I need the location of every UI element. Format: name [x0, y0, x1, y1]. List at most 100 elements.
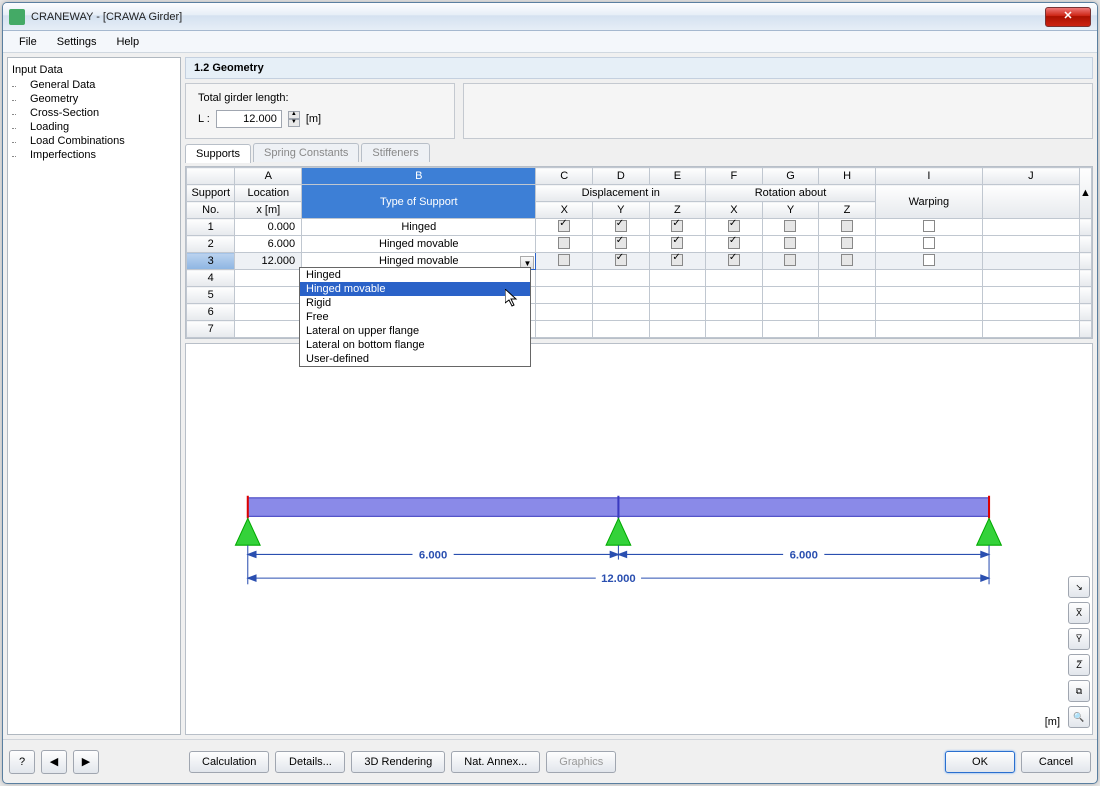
- tab-stiffeners[interactable]: Stiffeners: [361, 143, 429, 162]
- menu-file[interactable]: File: [9, 33, 47, 51]
- cell-rot-y[interactable]: [762, 304, 819, 321]
- cell-disp-x[interactable]: [536, 236, 593, 253]
- col-B[interactable]: B: [302, 168, 536, 185]
- tool-view-iso[interactable]: ⧉: [1068, 680, 1090, 702]
- cell-disp-x[interactable]: [536, 253, 593, 270]
- cell-rot-y[interactable]: [762, 287, 819, 304]
- cell-disp-y[interactable]: [593, 253, 650, 270]
- row-header[interactable]: 3: [187, 253, 235, 270]
- col-D[interactable]: D: [593, 168, 650, 185]
- cell-location[interactable]: [235, 287, 302, 304]
- dd-hinged[interactable]: Hinged: [300, 268, 530, 282]
- type-dropdown-list[interactable]: Hinged Hinged movable Rigid Free Lateral…: [299, 267, 531, 367]
- row-header[interactable]: 1: [187, 219, 235, 236]
- cell-warping[interactable]: [875, 219, 982, 236]
- cell-rot-x[interactable]: [706, 304, 763, 321]
- cell-disp-z[interactable]: [649, 321, 706, 338]
- cell-disp-z[interactable]: [649, 253, 706, 270]
- cell-disp-y[interactable]: [593, 304, 650, 321]
- cell-warping[interactable]: [875, 253, 982, 270]
- row-header[interactable]: 7: [187, 321, 235, 338]
- cell-rot-z[interactable]: [819, 219, 876, 236]
- prev-button[interactable]: ◀: [41, 750, 67, 774]
- cell-location[interactable]: 0.000: [235, 219, 302, 236]
- cell-rot-y[interactable]: [762, 270, 819, 287]
- cell-disp-z[interactable]: [649, 219, 706, 236]
- tab-supports[interactable]: Supports: [185, 144, 251, 163]
- cell-disp-z[interactable]: [649, 270, 706, 287]
- cell-disp-y[interactable]: [593, 287, 650, 304]
- spin-buttons[interactable]: ▲▼: [288, 111, 300, 127]
- cell-type[interactable]: Hinged: [302, 219, 536, 236]
- row-header[interactable]: 2: [187, 236, 235, 253]
- cell-j[interactable]: [982, 236, 1079, 253]
- close-button[interactable]: ✕: [1045, 7, 1091, 27]
- cell-rot-z[interactable]: [819, 304, 876, 321]
- cell-disp-y[interactable]: [593, 321, 650, 338]
- cell-rot-z[interactable]: [819, 236, 876, 253]
- cell-j[interactable]: [982, 253, 1079, 270]
- cell-rot-x[interactable]: [706, 236, 763, 253]
- cell-rot-y[interactable]: [762, 321, 819, 338]
- row-header[interactable]: 5: [187, 287, 235, 304]
- 3d-rendering-button[interactable]: 3D Rendering: [351, 751, 445, 773]
- tab-spring-constants[interactable]: Spring Constants: [253, 143, 359, 162]
- tool-view-default[interactable]: ↘: [1068, 576, 1090, 598]
- cell-rot-z[interactable]: [819, 253, 876, 270]
- graphics-button[interactable]: Graphics: [546, 751, 616, 773]
- tool-view-z[interactable]: Z̅: [1068, 654, 1090, 676]
- cell-j[interactable]: [982, 287, 1079, 304]
- cell-j[interactable]: [982, 219, 1079, 236]
- cell-rot-z[interactable]: [819, 270, 876, 287]
- details-button[interactable]: Details...: [275, 751, 345, 773]
- cell-disp-y[interactable]: [593, 236, 650, 253]
- help-button[interactable]: ?: [9, 750, 35, 774]
- dd-free[interactable]: Free: [300, 310, 530, 324]
- cell-disp-z[interactable]: [649, 236, 706, 253]
- cell-disp-x[interactable]: [536, 304, 593, 321]
- dd-lateral-upper[interactable]: Lateral on upper flange: [300, 324, 530, 338]
- row-header[interactable]: 4: [187, 270, 235, 287]
- dd-hinged-movable[interactable]: Hinged movable: [300, 282, 530, 296]
- cell-rot-y[interactable]: [762, 236, 819, 253]
- cell-rot-x[interactable]: [706, 287, 763, 304]
- girder-length-input[interactable]: [216, 110, 282, 128]
- col-J[interactable]: J: [982, 168, 1079, 185]
- col-H[interactable]: H: [819, 168, 876, 185]
- cell-warping[interactable]: [875, 304, 982, 321]
- cell-j[interactable]: [982, 321, 1079, 338]
- cancel-button[interactable]: Cancel: [1021, 751, 1091, 773]
- cell-location[interactable]: [235, 304, 302, 321]
- cell-disp-x[interactable]: [536, 270, 593, 287]
- cell-j[interactable]: [982, 270, 1079, 287]
- scrollbar-v[interactable]: ▲: [1079, 168, 1091, 219]
- menu-settings[interactable]: Settings: [47, 33, 107, 51]
- tool-view-x[interactable]: X̅: [1068, 602, 1090, 624]
- menu-help[interactable]: Help: [106, 33, 149, 51]
- cell-location[interactable]: [235, 270, 302, 287]
- cell-rot-z[interactable]: [819, 287, 876, 304]
- col-A[interactable]: A: [235, 168, 302, 185]
- cell-rot-x[interactable]: [706, 219, 763, 236]
- tree-root[interactable]: Input Data: [12, 62, 176, 78]
- cell-rot-x[interactable]: [706, 321, 763, 338]
- col-I[interactable]: I: [875, 168, 982, 185]
- col-G[interactable]: G: [762, 168, 819, 185]
- row-header[interactable]: 6: [187, 304, 235, 321]
- cell-location[interactable]: 12.000: [235, 253, 302, 270]
- dd-lateral-bottom[interactable]: Lateral on bottom flange: [300, 338, 530, 352]
- cell-type[interactable]: Hinged movable: [302, 236, 536, 253]
- cell-disp-y[interactable]: [593, 219, 650, 236]
- cell-warping[interactable]: [875, 236, 982, 253]
- cell-rot-y[interactable]: [762, 219, 819, 236]
- supports-grid[interactable]: A B C D E F G H I J ▲ Support Loca: [185, 166, 1093, 339]
- cell-disp-x[interactable]: [536, 287, 593, 304]
- cell-disp-x[interactable]: [536, 219, 593, 236]
- cell-rot-y[interactable]: [762, 253, 819, 270]
- col-C[interactable]: C: [536, 168, 593, 185]
- cell-warping[interactable]: [875, 287, 982, 304]
- cell-disp-x[interactable]: [536, 321, 593, 338]
- col-F[interactable]: F: [706, 168, 763, 185]
- cell-warping[interactable]: [875, 270, 982, 287]
- cell-location[interactable]: 6.000: [235, 236, 302, 253]
